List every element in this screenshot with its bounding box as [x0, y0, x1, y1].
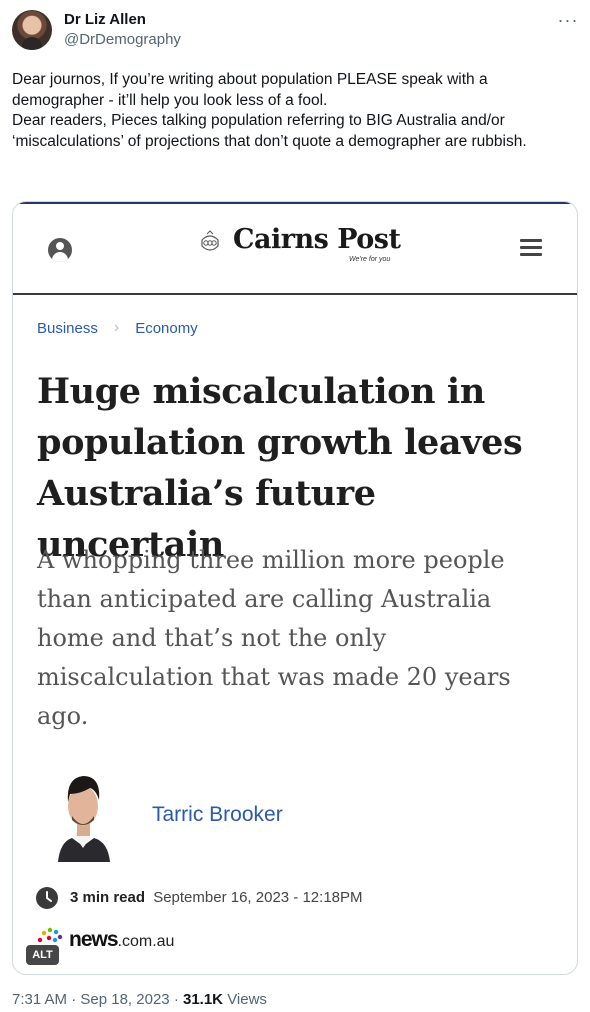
site-tagline: We're for you: [349, 256, 391, 263]
meta-separator: ·: [173, 991, 179, 1008]
news-brand-domain: .com.au: [117, 933, 175, 950]
author-handle[interactable]: @DrDemography: [64, 31, 181, 48]
tweet-meta: 7:31 AM · Sep 18, 2023 · 31.1K Views: [12, 991, 267, 1008]
author-avatar[interactable]: [12, 10, 52, 50]
breadcrumb-business: Business: [37, 319, 98, 337]
author-photo: [58, 776, 110, 862]
site-header: Cairns Post We're for you: [13, 202, 577, 295]
clock-icon: [36, 887, 58, 909]
article-headline: Huge miscalculation in population growth…: [37, 371, 523, 565]
news-brand-name: news: [69, 928, 119, 951]
more-options-button[interactable]: ···: [556, 10, 580, 30]
breadcrumb-chevron-icon: ›: [113, 319, 120, 336]
article-standfirst: A whopping three million more people tha…: [37, 546, 511, 730]
header-accent-line: [13, 202, 577, 204]
tweet-paragraph-2: Dear readers, Pieces talking population …: [12, 112, 527, 150]
author-name[interactable]: Dr Liz Allen: [64, 11, 146, 28]
crest-icon: [201, 230, 219, 251]
tweet-time[interactable]: 7:31 AM: [12, 991, 67, 1008]
views-label: Views: [227, 991, 267, 1008]
read-time: 3 min read: [70, 889, 146, 906]
site-masthead: Cairns Post: [233, 224, 401, 255]
news-logo-icon: [37, 927, 63, 943]
user-icon: [48, 238, 72, 262]
publish-date: September 16, 2023 - 12:18PM: [153, 889, 363, 906]
article-meta: 3 min read September 16, 2023 - 12:18PM: [70, 889, 363, 906]
views-count: 31.1K: [182, 991, 224, 1008]
menu-icon: [520, 238, 542, 258]
alt-text-badge[interactable]: ALT: [26, 945, 59, 965]
attached-image[interactable]: Cairns Post We're for you Business › Eco…: [12, 201, 578, 975]
news-brand: news.com.au: [69, 928, 174, 952]
author-byline: Tarric Brooker: [152, 803, 283, 826]
breadcrumb: Business › Economy: [37, 319, 198, 337]
tweet-paragraph-1: Dear journos, If you’re writing about po…: [12, 71, 488, 109]
meta-separator: ·: [71, 991, 77, 1008]
breadcrumb-economy: Economy: [135, 319, 198, 337]
tweet-date[interactable]: Sep 18, 2023: [80, 991, 169, 1008]
tweet-text: Dear journos, If you’re writing about po…: [12, 70, 572, 152]
